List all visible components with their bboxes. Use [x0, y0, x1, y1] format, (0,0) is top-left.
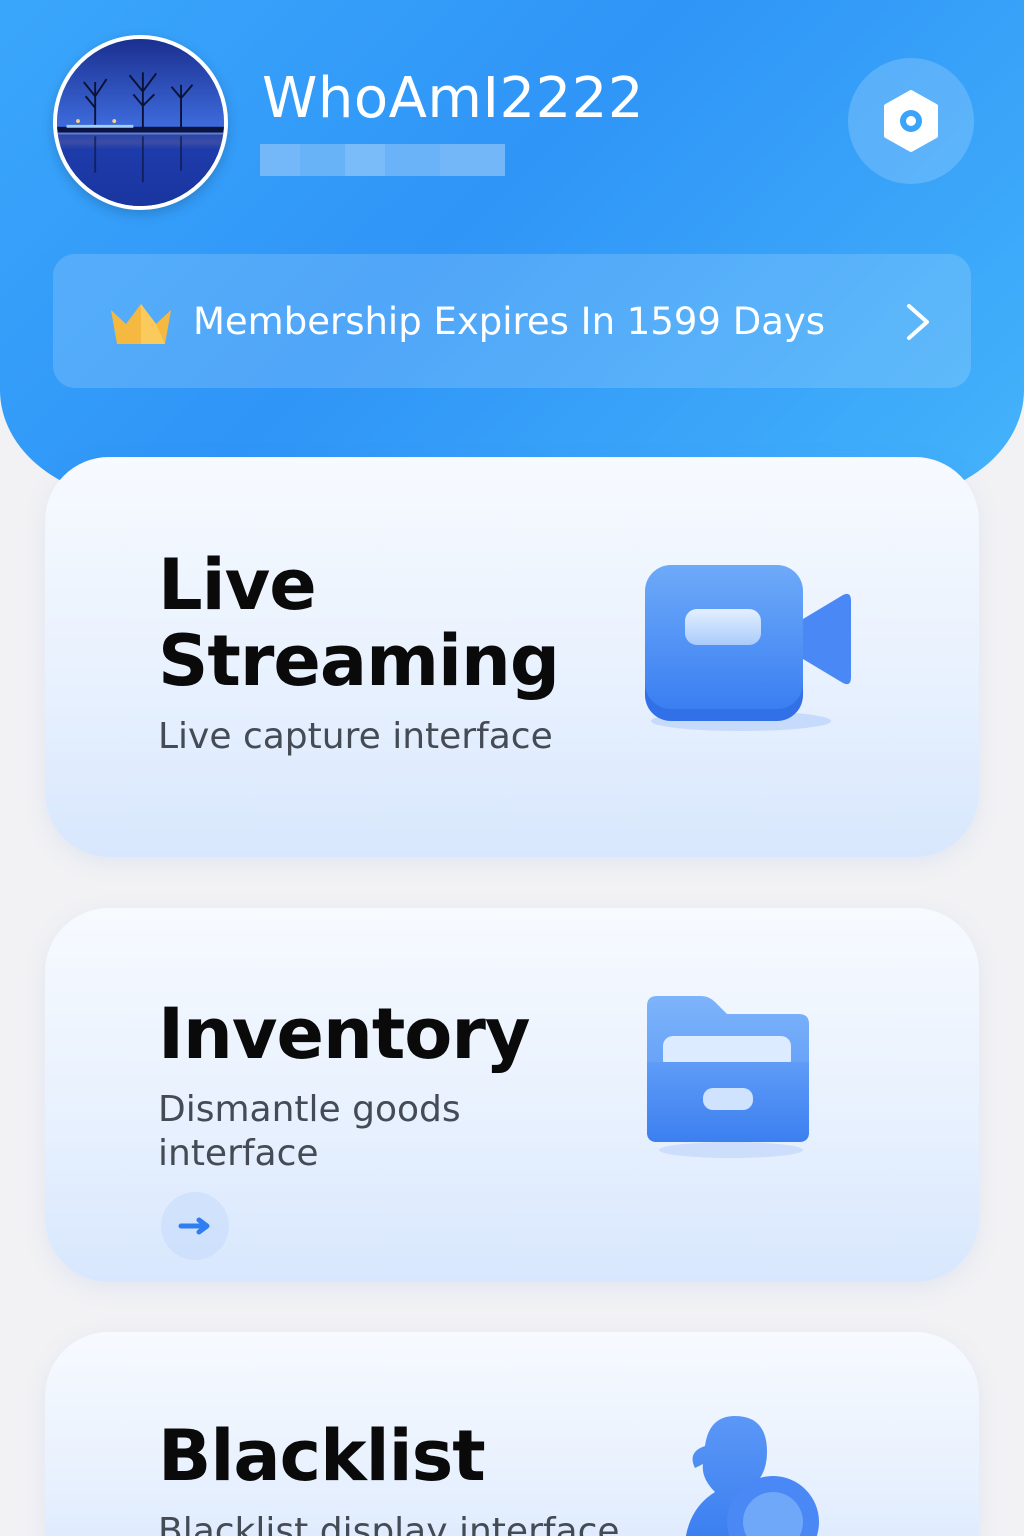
- card-title: Blacklist: [158, 1415, 486, 1497]
- chevron-right-icon[interactable]: [900, 300, 934, 344]
- avatar-image: [57, 39, 224, 206]
- arrow-right-icon: [178, 1217, 210, 1235]
- profile-page: WhoAmI2222 Membership Expires In 1599 Da…: [0, 0, 1024, 1536]
- card-subtitle: Live capture interface: [158, 716, 553, 757]
- redacted-user-id: [260, 144, 505, 176]
- membership-expiry-text: Membership Expires In 1599 Days: [193, 300, 826, 343]
- card-title: Inventory: [158, 993, 531, 1075]
- hexagon-settings-icon: [884, 90, 938, 152]
- card-subtitle: Blacklist display interface: [158, 1511, 620, 1536]
- open-inventory-button[interactable]: [161, 1192, 229, 1260]
- avatar[interactable]: [53, 35, 228, 210]
- card-subtitle-line: Dismantle goods: [158, 1089, 461, 1130]
- live-streaming-card[interactable]: Live Streaming Live capture interface: [45, 457, 979, 857]
- video-camera-icon: [645, 565, 851, 731]
- user-block-icon: [685, 1416, 819, 1536]
- settings-button[interactable]: [848, 58, 974, 184]
- card-title: Live Streaming: [158, 544, 560, 702]
- folder-icon: [647, 996, 809, 1158]
- blacklist-card[interactable]: Blacklist Blacklist display interface: [45, 1332, 979, 1536]
- card-title-line: Streaming: [158, 620, 560, 702]
- card-subtitle-line: interface: [158, 1133, 319, 1174]
- inventory-card[interactable]: Inventory Dismantle goods interface: [45, 908, 979, 1282]
- crown-icon: [111, 304, 171, 344]
- username: WhoAmI2222: [262, 66, 645, 131]
- card-subtitle: Dismantle goods interface: [158, 1088, 461, 1176]
- card-title-line: Live: [158, 544, 317, 626]
